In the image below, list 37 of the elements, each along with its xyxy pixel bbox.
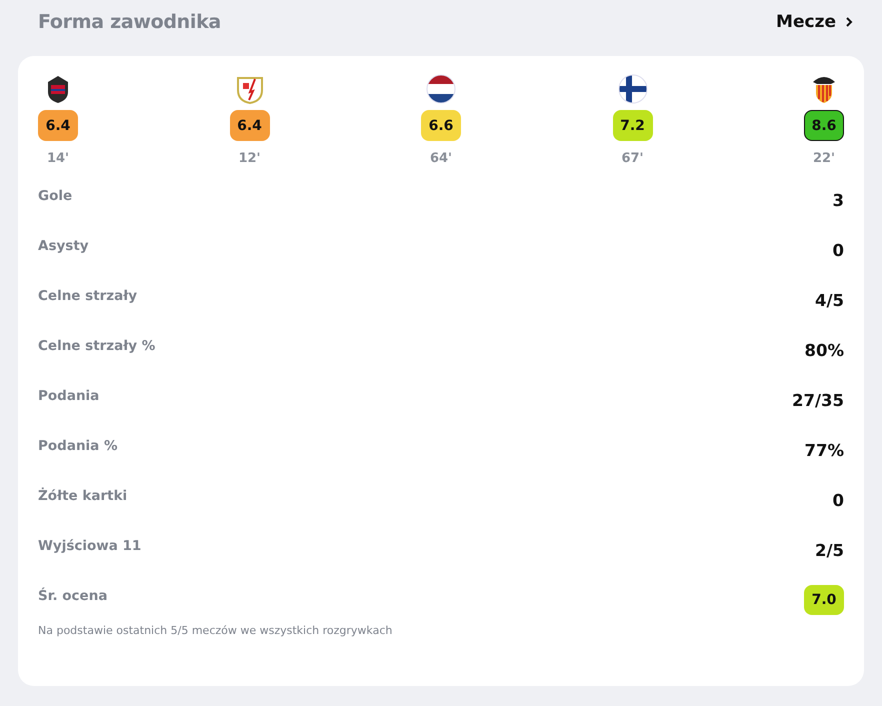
stat-label: Podania % — [38, 438, 118, 454]
section-title: Forma zawodnika — [38, 11, 221, 33]
chevron-icon — [844, 16, 854, 28]
stat-value: 3 — [832, 191, 844, 210]
footnote: Na podstawie ostatnich 5/5 meczów we wszystkich rozgrywkach — [38, 624, 394, 637]
rating-badge: 6.4 — [38, 110, 78, 141]
minutes-played: 64' — [430, 151, 452, 166]
rating-badge: 7.2 — [612, 110, 652, 141]
stat-label: Wyjściowa 11 — [38, 538, 142, 554]
rating-badge: 6.6 — [421, 110, 461, 141]
stat-label: Celne strzały — [38, 288, 138, 304]
club-crest-icon — [234, 74, 264, 104]
club-crest-icon — [45, 74, 71, 104]
club-crest-icon — [811, 74, 837, 104]
minutes-played: 12' — [238, 151, 261, 166]
stat-value: 0 — [832, 491, 844, 510]
stat-label: Gole — [38, 188, 72, 204]
matches-link[interactable]: Mecze — [776, 12, 854, 32]
stat-label: Podania — [38, 388, 100, 404]
minutes-played: 67' — [621, 151, 644, 166]
rating-badge: 8.6 — [804, 110, 844, 141]
stat-label: Śr. ocena — [38, 588, 108, 604]
stat-value: 77% — [804, 441, 844, 460]
stat-value: 2/5 — [815, 541, 844, 560]
stat-value: 80% — [804, 341, 844, 360]
flag-icon — [426, 74, 456, 104]
stat-label: Celne strzały % — [38, 338, 156, 354]
stat-label: Żółte kartki — [38, 488, 128, 504]
stat-value: 4/5 — [815, 291, 844, 310]
minutes-played: 22' — [812, 151, 836, 166]
rating-badge: 6.4 — [230, 110, 270, 141]
stat-value: 27/35 — [792, 391, 844, 410]
flag-icon — [618, 74, 648, 104]
stat-value: 0 — [832, 241, 844, 260]
rating-badge: 7.0 — [804, 585, 844, 615]
minutes-played: 14' — [46, 151, 70, 166]
stat-label: Asysty — [38, 238, 89, 254]
